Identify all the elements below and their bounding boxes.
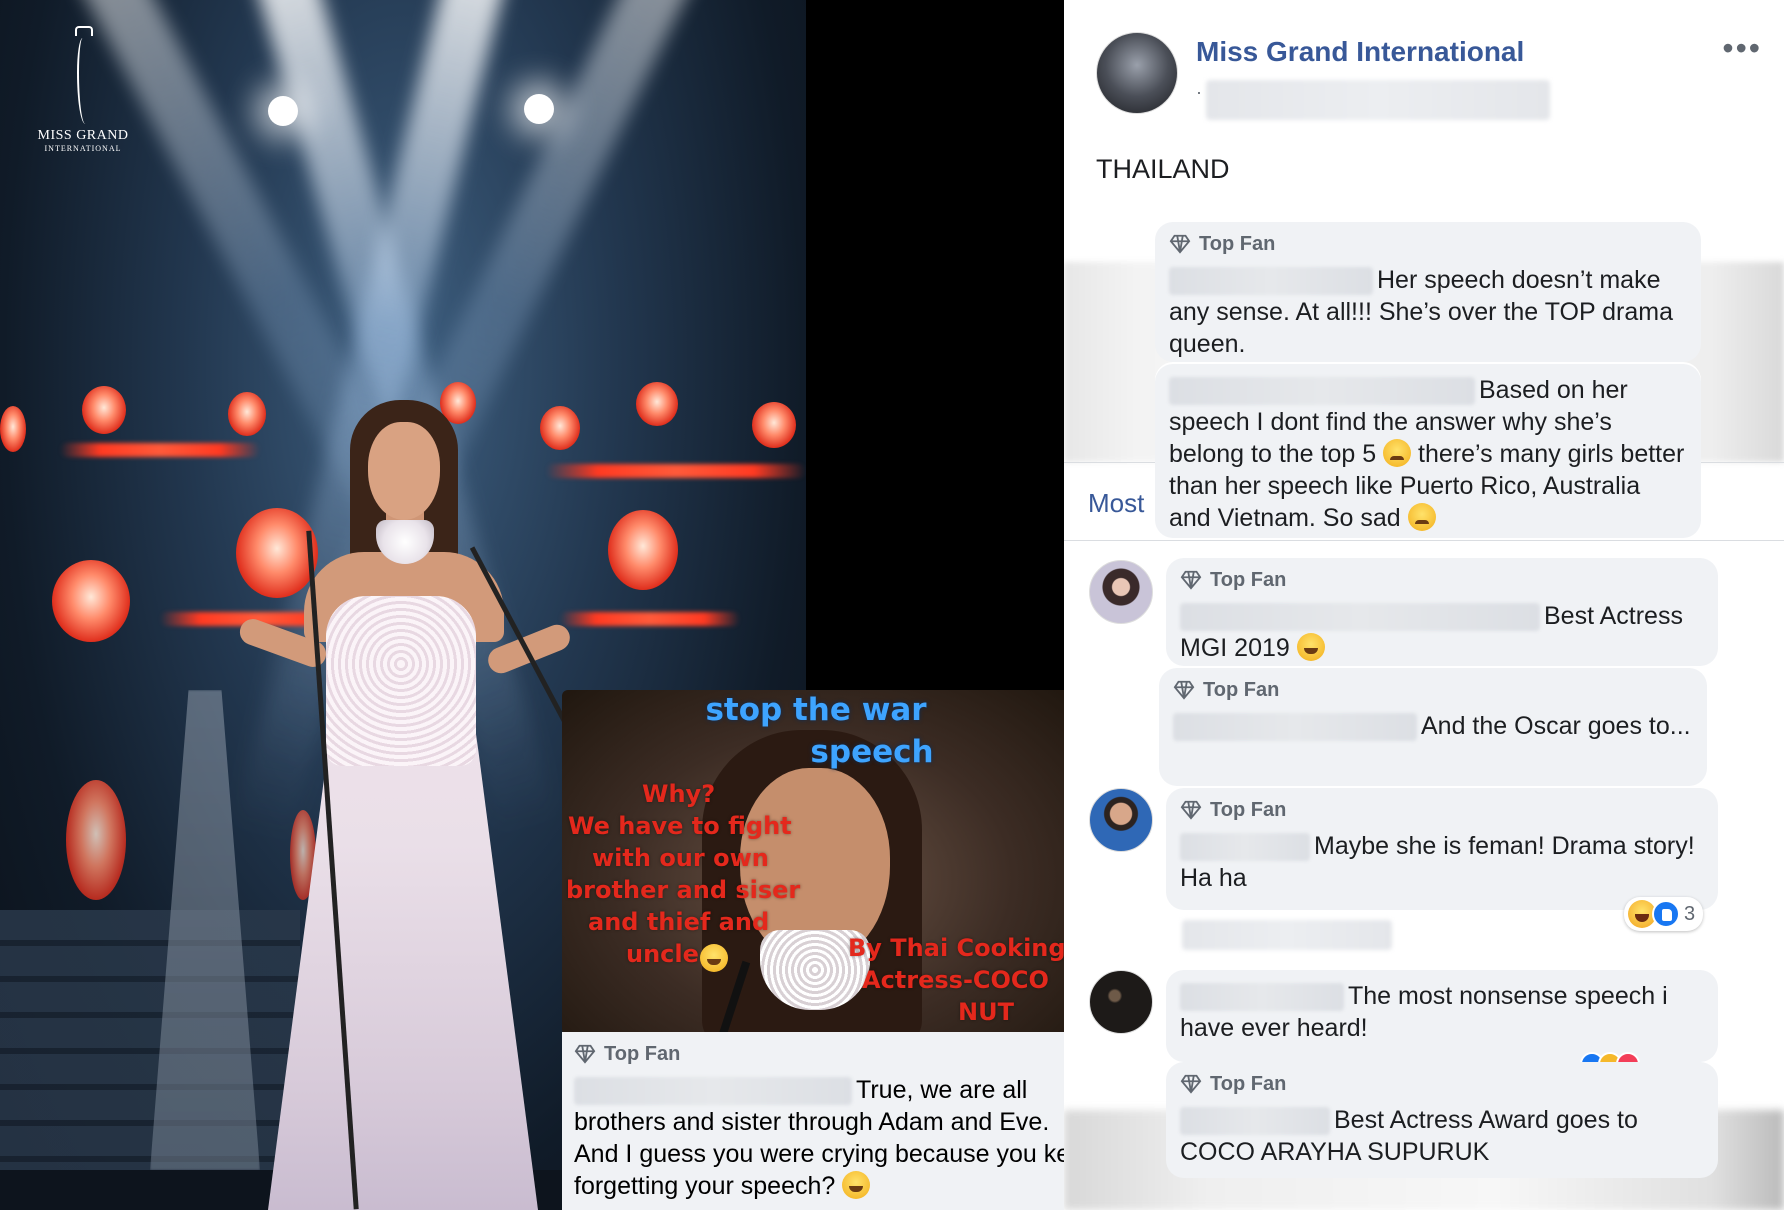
top-fan-label: Top Fan — [1210, 1072, 1287, 1095]
meme-caption: uncle — [626, 940, 699, 968]
blurred-name[interactable] — [1169, 377, 1475, 406]
meme-credit: NUT — [958, 998, 1014, 1026]
spotlight — [524, 94, 554, 124]
laughing-crying-emoji-icon — [700, 944, 728, 972]
comment-bubble: Top Fan Her speech doesn’t make any sens… — [1155, 222, 1701, 362]
blurred-name[interactable] — [1173, 713, 1417, 742]
diamond-icon — [574, 1044, 596, 1064]
comment-bubble: Based on her speech I dont find the answ… — [1155, 364, 1701, 538]
stage-lamp — [636, 382, 678, 426]
stage-lamp — [52, 560, 130, 642]
page-name-link[interactable]: Miss Grand International — [1196, 36, 1524, 68]
top-fan-label: Top Fan — [1203, 678, 1280, 701]
meme-title: speech — [810, 734, 934, 770]
stage-lamp — [66, 780, 126, 900]
comment-text: And the Oscar goes to... — [1421, 712, 1691, 740]
top-fan-label: Top Fan — [1210, 798, 1287, 821]
top-fan-badge: Top Fan — [574, 1042, 1096, 1066]
meme-credit: By Thai Cooking — [848, 934, 1066, 962]
commenter-avatar[interactable] — [1089, 788, 1153, 852]
post-meta-dot: · — [1196, 82, 1202, 102]
blurred-name[interactable] — [1169, 267, 1373, 296]
reaction-count-label: 3 — [1684, 902, 1696, 925]
logo-sub: INTERNATIONAL — [44, 144, 122, 153]
comment-text-row: True, we are all brothers and sister thr… — [574, 1074, 1096, 1202]
comment-bubble: Top Fan And the Oscar goes to... — [1159, 668, 1707, 786]
comment-text-row: Maybe she is feman! Drama story! Ha ha — [1180, 830, 1704, 894]
diamond-icon — [1180, 570, 1202, 590]
facebook-post-panel: Miss Grand International · ••• THAILAND … — [1064, 0, 1784, 1210]
blurred-name[interactable] — [1180, 1107, 1330, 1136]
top-fan-label: Top Fan — [1210, 568, 1287, 591]
top-fan-badge: Top Fan — [1169, 232, 1687, 256]
diamond-icon — [1180, 1074, 1202, 1094]
stage-lamp — [752, 402, 796, 448]
blurred-post-meta — [1206, 80, 1550, 120]
laughing-emoji-icon — [1296, 633, 1325, 661]
post-text: THAILAND — [1096, 154, 1230, 184]
logo-brand: MISS GRAND — [37, 128, 129, 143]
top-fan-badge: Top Fan — [1173, 678, 1693, 702]
commenter-avatar[interactable] — [1089, 560, 1153, 624]
comment-text-row: Based on her speech I dont find the answ… — [1169, 374, 1687, 534]
blurred-name[interactable] — [574, 1077, 852, 1106]
reaction-count[interactable]: 3 — [1624, 897, 1704, 931]
like-reaction-icon — [1652, 900, 1680, 928]
meme-credit: Actress-COCO — [862, 966, 1049, 994]
divider — [1064, 540, 1784, 541]
comment-text-row: And the Oscar goes to... — [1173, 710, 1693, 742]
meme-caption: with our own — [592, 844, 769, 872]
diamond-icon — [1169, 234, 1191, 254]
meme-caption: brother and siser — [566, 876, 801, 904]
comment-bubble: The most nonsense speech i have ever hea… — [1166, 970, 1718, 1062]
stage-lamp — [608, 510, 678, 590]
commenter-avatar[interactable] — [1089, 970, 1153, 1034]
grinning-emoji-icon — [842, 1171, 871, 1199]
meme-image: stop the war speech Why? We have to figh… — [562, 690, 1070, 1035]
diamond-icon — [1180, 800, 1202, 820]
comment-bubble: Top Fan Best Actress Award goes to COCO … — [1166, 1062, 1718, 1178]
comment-text-row: Best Actress Award goes to COCO ARAYHA S… — [1180, 1104, 1704, 1168]
stage-lamp — [0, 406, 26, 452]
more-options-icon[interactable]: ••• — [1722, 30, 1762, 67]
sort-comments-dropdown[interactable]: Most — [1088, 488, 1144, 519]
meme-caption: Why? — [642, 780, 716, 808]
stage-light-bar — [560, 612, 740, 626]
diamond-icon — [1173, 680, 1195, 700]
blurred-name[interactable] — [1180, 603, 1540, 632]
contestant-figure — [236, 400, 574, 1210]
top-fan-badge: Top Fan — [1180, 1072, 1704, 1096]
page-avatar[interactable] — [1096, 32, 1178, 114]
stage-lamp — [82, 386, 126, 434]
miss-grand-logo: MISS GRAND INTERNATIONAL — [28, 26, 138, 153]
blurred-name[interactable] — [1180, 983, 1344, 1012]
comment-text-row: Her speech doesn’t make any sense. At al… — [1169, 264, 1687, 360]
meme-caption: and thief and — [588, 908, 770, 936]
comment-bubble: Top Fan Best Actress MGI 2019 — [1166, 558, 1718, 666]
blurred-reply-row — [1182, 920, 1392, 950]
comment-bubble: Top Fan Maybe she is feman! Drama story!… — [1166, 788, 1718, 910]
stage-light-bar — [546, 464, 806, 478]
spotlight — [268, 96, 298, 126]
blurred-name[interactable] — [1180, 833, 1310, 862]
meme-title: stop the war — [705, 692, 927, 728]
top-fan-badge: Top Fan — [1180, 798, 1704, 822]
top-fan-label: Top Fan — [1199, 232, 1276, 255]
crown-figure-icon — [63, 26, 103, 126]
stage-light-bar — [60, 443, 260, 457]
top-fan-label: Top Fan — [604, 1042, 681, 1065]
relieved-face-emoji-icon — [1383, 439, 1412, 467]
comment-text-row: The most nonsense speech i have ever hea… — [1180, 980, 1704, 1044]
comment-bubble: Top Fan True, we are all brothers and si… — [562, 1032, 1108, 1210]
disappointed-face-emoji-icon — [1407, 503, 1436, 531]
comment-text-row: Best Actress MGI 2019 — [1180, 600, 1704, 664]
top-fan-badge: Top Fan — [1180, 568, 1704, 592]
meme-caption: We have to fight — [568, 812, 792, 840]
